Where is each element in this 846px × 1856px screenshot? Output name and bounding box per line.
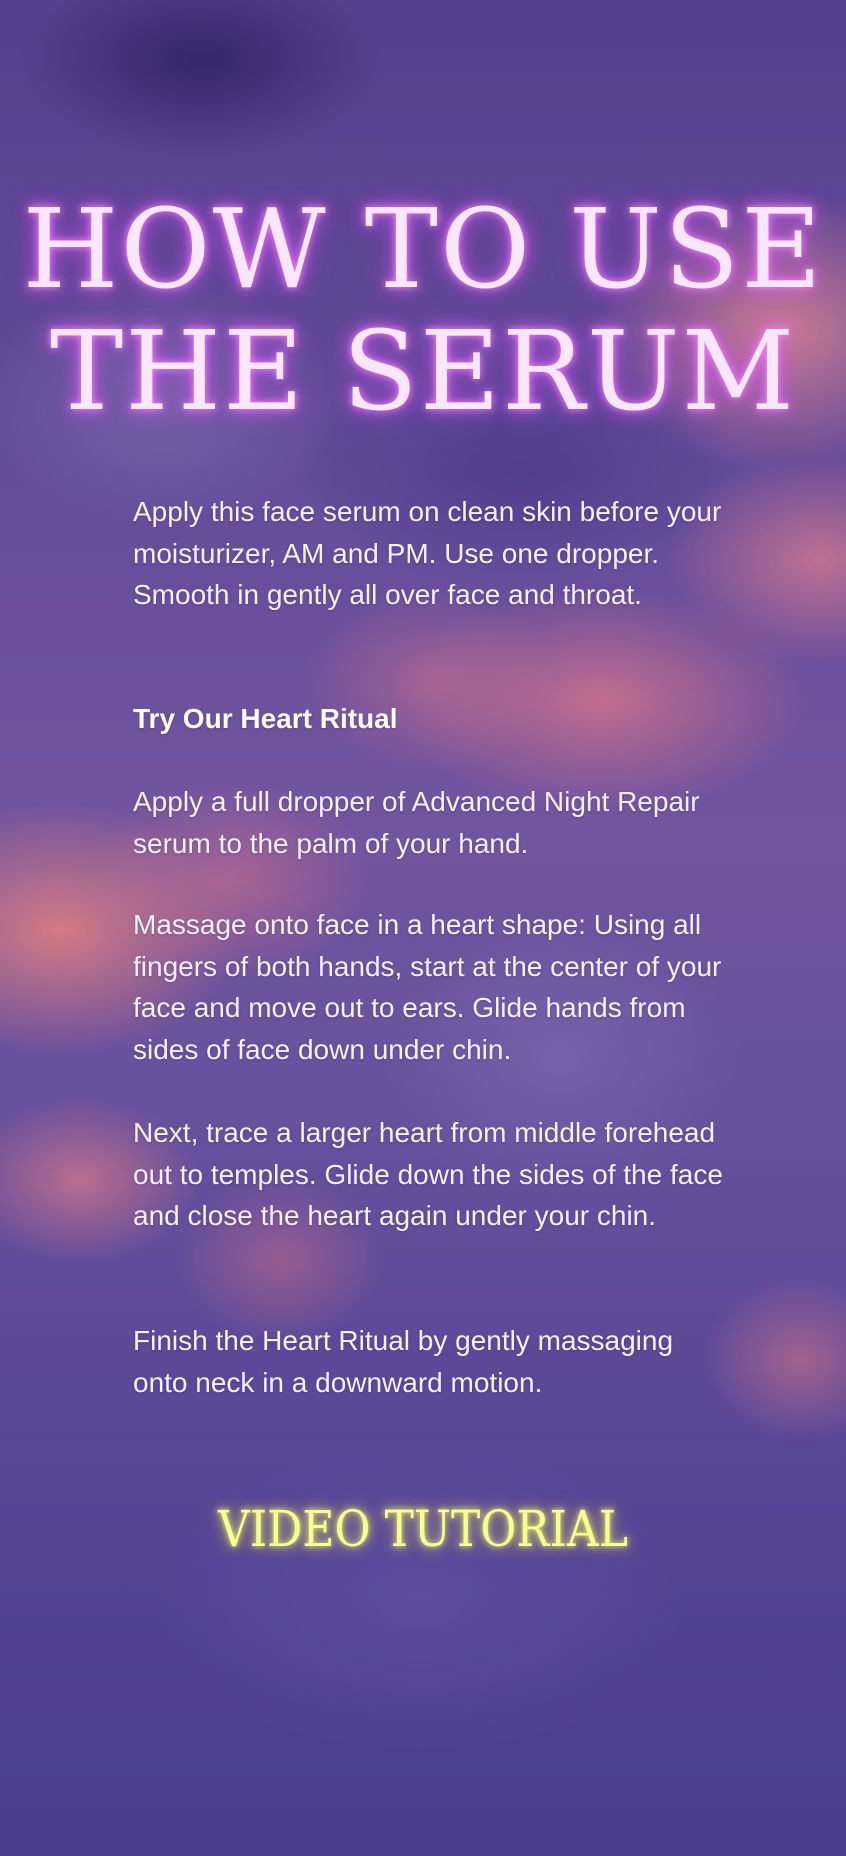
ritual-step-3: Next, trace a larger heart from middle f… <box>133 1117 723 1231</box>
ritual-title: Try Our Heart Ritual <box>133 703 398 734</box>
ritual-step-1: Apply a full dropper of Advanced Night R… <box>133 786 700 859</box>
video-tutorial-link[interactable]: VIDEO TUTORIAL <box>0 1497 846 1561</box>
page-title-line-2: THE SERUM <box>49 307 797 435</box>
intro-paragraph: Apply this face serum on clean skin befo… <box>133 496 722 610</box>
video-tutorial-label: VIDEO TUTORIAL <box>218 1500 628 1558</box>
ritual-step-2: Massage onto face in a heart shape: Usin… <box>133 909 722 1065</box>
serum-guide-page: HOW TO USE THE SERUM Apply this face ser… <box>0 0 846 1856</box>
page-title: HOW TO USE THE SERUM <box>0 188 846 432</box>
page-title-line-1: HOW TO USE <box>22 185 824 313</box>
guide-content: HOW TO USE THE SERUM Apply this face ser… <box>0 0 846 1856</box>
ritual-step-4: Finish the Heart Ritual by gently massag… <box>133 1325 674 1398</box>
